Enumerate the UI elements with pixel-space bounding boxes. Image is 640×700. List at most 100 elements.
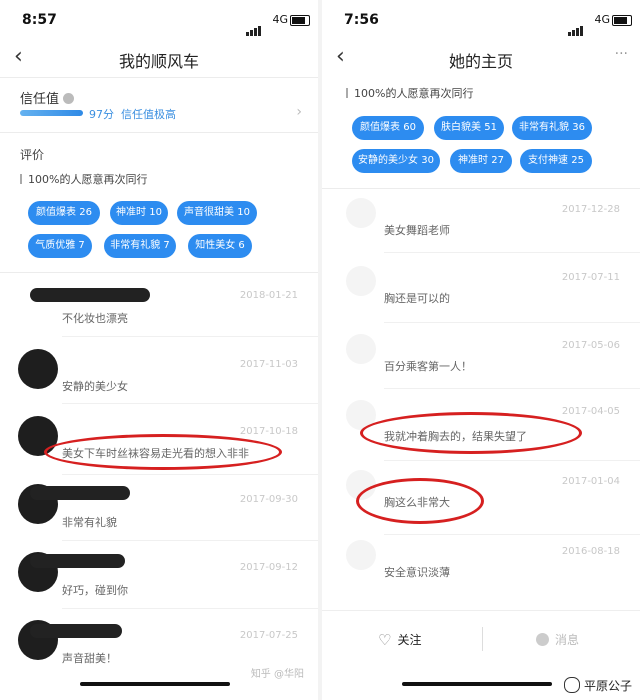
status-time: 7:56 (344, 12, 379, 28)
network-label: 4G (272, 13, 288, 26)
message-button[interactable]: 消息 (536, 631, 579, 648)
tag-chip[interactable]: 非常有礼貌 7 (104, 234, 176, 258)
nav-bar: ‹ 我的顺风车 (0, 42, 318, 76)
trust-score-value: 97分 (89, 108, 114, 121)
info-icon[interactable] (63, 93, 75, 104)
tag-chip[interactable]: 知性美女 6 (188, 234, 252, 258)
comment-item: 2017-11-03 安静的美少女 (0, 345, 318, 411)
comment-item: 2017-09-30 非常有礼貌 (0, 480, 318, 546)
avatar (346, 540, 376, 570)
comment-item: 2018-01-21 不化妆也漂亮 (0, 280, 318, 346)
divider (384, 388, 640, 389)
tag-chip[interactable]: 声音很甜美 10 (177, 201, 257, 225)
comment-date: 2017-10-18 (239, 426, 298, 437)
tag-chip[interactable]: 神准时 27 (450, 149, 512, 173)
comment-date: 2017-04-05 (561, 406, 620, 417)
redacted-avatar (30, 288, 150, 302)
comment-item: 2017-04-05 我就冲着胸去的，结果失望了 (322, 398, 640, 464)
watermark: 平原公子 (563, 677, 632, 694)
comment-date: 2017-09-12 (239, 562, 298, 573)
comment-date: 2017-11-03 (239, 359, 298, 370)
divider (62, 540, 318, 541)
comment-item: 2016-08-18 安全意识淡薄 (322, 538, 640, 604)
more-icon[interactable]: ··· (615, 46, 628, 62)
divider (0, 77, 318, 78)
divider (384, 534, 640, 535)
follow-button[interactable]: ♡ 关注 (378, 631, 421, 649)
left-screenshot: 8:57 4G ‹ 我的顺风车 信任值 97分 信任值极高 › 评价 100%的… (0, 0, 318, 700)
avatar (346, 198, 376, 228)
comment-text: 非常有礼貌 (62, 516, 117, 529)
comment-item: 2017-05-06 百分乘客第一人！ (322, 332, 640, 398)
watermark: 知乎 @华阳 (250, 669, 304, 680)
signal-icon (568, 17, 584, 36)
repeat-ratio: 100%的人愿意再次同行 (20, 171, 147, 187)
status-bar: 8:57 4G (0, 0, 318, 40)
tag-chip[interactable]: 安静的美少女 30 (352, 149, 440, 173)
divider (62, 336, 318, 337)
comment-text: 百分乘客第一人！ (384, 360, 472, 373)
home-indicator (402, 682, 552, 686)
divider (62, 474, 318, 475)
message-icon (536, 633, 549, 646)
highlight-circle (44, 434, 282, 470)
avatar (346, 266, 376, 296)
redacted-name (30, 624, 122, 638)
signal-icon (246, 17, 262, 36)
comment-date: 2017-05-06 (561, 340, 620, 351)
trust-progress-bar (20, 110, 83, 116)
page-title: 我的顺风车 (118, 52, 199, 71)
divider (62, 403, 318, 404)
avatar (346, 334, 376, 364)
trust-level: 信任值极高 (121, 108, 176, 121)
comment-date: 2017-01-04 (561, 476, 620, 487)
divider (0, 132, 318, 133)
tag-chip[interactable]: 颜值爆表 26 (28, 201, 100, 225)
comment-item: 2017-10-18 美女下车时丝袜容易走光看的想入非非 (0, 412, 318, 478)
comment-item: 2017-07-11 胸还是可以的 (322, 264, 640, 330)
follow-label: 关注 (397, 633, 422, 647)
watermark-text: 平原公子 (583, 679, 632, 693)
battery-icon (290, 15, 310, 26)
tag-chip[interactable]: 气质优雅 7 (28, 234, 92, 258)
comment-item: 2017-09-12 好巧，碰到你 (0, 548, 318, 614)
tag-chip[interactable]: 支付神速 25 (520, 149, 592, 173)
redacted-name (30, 486, 130, 500)
tag-chip[interactable]: 神准时 10 (110, 201, 168, 225)
highlight-circle (356, 478, 484, 524)
network-label: 4G (594, 13, 610, 26)
heart-icon: ♡ (378, 631, 392, 649)
comment-date: 2018-01-21 (239, 290, 298, 301)
review-label: 评价 (20, 148, 45, 162)
divider (482, 627, 483, 651)
status-bar: 7:56 4G (322, 0, 640, 40)
tag-chip[interactable]: 肤白貌美 51 (434, 116, 504, 140)
comment-text: 声音甜美！ (62, 652, 117, 665)
repeat-ratio: 100%的人愿意再次同行 (346, 85, 473, 101)
divider (0, 272, 318, 273)
trust-score: 97分 信任值极高 (89, 106, 176, 122)
comment-text: 安全意识淡薄 (384, 566, 450, 579)
divider (384, 460, 640, 461)
home-indicator (80, 682, 230, 686)
comment-date: 2016-08-18 (561, 546, 620, 557)
right-screenshot: 7:56 4G ‹ 她的主页 ··· 100%的人愿意再次同行 颜值爆表 60 … (322, 0, 640, 700)
message-label: 消息 (555, 633, 580, 647)
tag-chip[interactable]: 非常有礼貌 36 (512, 116, 592, 140)
page-title: 她的主页 (448, 52, 513, 71)
status-time: 8:57 (22, 12, 57, 28)
comment-text: 安静的美少女 (62, 380, 128, 393)
tag-chip[interactable]: 颜值爆表 60 (352, 116, 424, 140)
redacted-name (30, 554, 125, 568)
comment-text: 胸还是可以的 (384, 292, 450, 305)
bottom-action-bar: ♡ 关注 消息 (322, 610, 640, 667)
highlight-circle (360, 412, 582, 454)
nav-bar: ‹ 她的主页 ··· (322, 42, 640, 76)
comment-text: 好巧，碰到你 (62, 584, 128, 597)
comment-date: 2017-12-28 (561, 204, 620, 215)
divider (322, 188, 640, 189)
comment-item: 2017-12-28 美女舞蹈老师 (322, 196, 640, 262)
chevron-right-icon[interactable]: › (296, 104, 302, 120)
battery-icon (612, 15, 632, 26)
divider (384, 322, 640, 323)
